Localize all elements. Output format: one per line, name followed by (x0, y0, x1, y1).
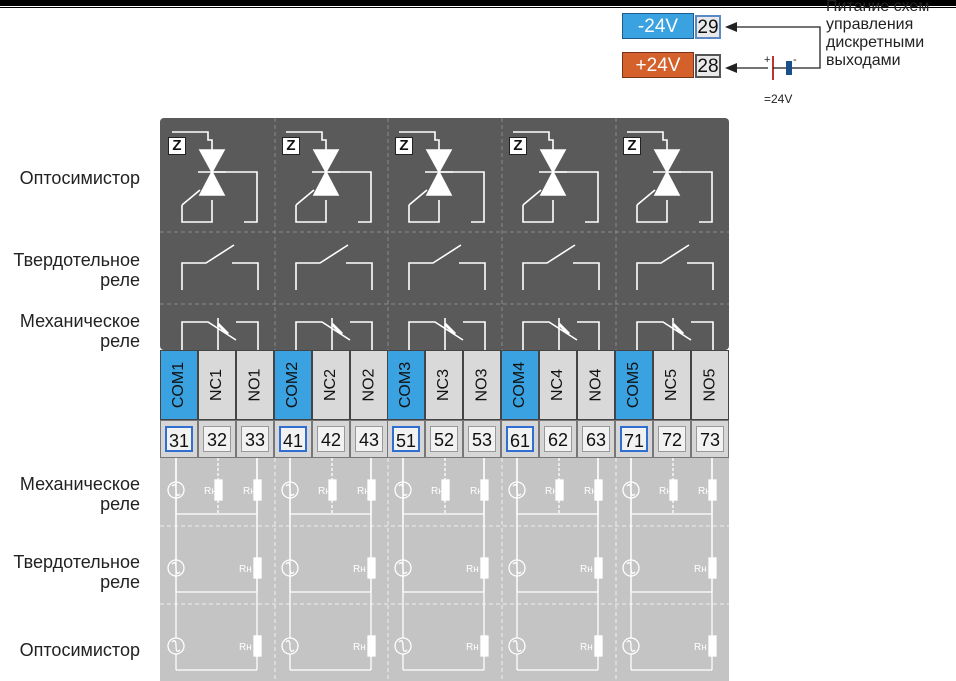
terminal-number-value: 43 (355, 426, 383, 452)
terminal-com-label: COM4 (501, 350, 539, 420)
terminal-com-label: COM3 (387, 350, 425, 420)
load-resistance-label: Rн (694, 642, 707, 653)
terminal-name: NO5 (701, 368, 718, 402)
terminal-contact-label: NO2 (350, 350, 388, 420)
terminal-name: COM4 (511, 361, 529, 409)
terminal-contact-label: NO5 (691, 350, 729, 420)
terminal-number: 42 (312, 420, 350, 458)
terminal-name: NO1 (246, 368, 263, 402)
terminal-name: NC3 (434, 368, 452, 402)
terminal-number-value: 53 (468, 426, 496, 452)
load-resistance-label: Rн (353, 564, 366, 575)
terminal-number-value: 41 (279, 426, 307, 452)
load-resistance-label: Rн (698, 486, 711, 497)
terminal-name: NO2 (360, 368, 377, 402)
load-resistance-label: Rн (584, 486, 597, 497)
terminal-number: 73 (691, 420, 729, 458)
terminal-number-value: 72 (658, 426, 686, 452)
load-resistance-label: Rн (239, 564, 252, 575)
load-resistance-label: Rн (204, 486, 217, 497)
load-resistance-label: Rн (243, 486, 256, 497)
terminal-name: NC4 (548, 368, 566, 402)
terminal-com-label: COM2 (274, 350, 312, 420)
load-resistance-label: Rн (466, 564, 479, 575)
terminal-name: COM1 (170, 361, 188, 409)
load-resistance-label: Rн (239, 642, 252, 653)
terminal-number-value: 33 (241, 426, 269, 452)
load-resistance-label: Rн (580, 564, 593, 575)
terminal-com-label: COM5 (615, 350, 653, 420)
terminal-number: 33 (236, 420, 274, 458)
load-resistance-label: Rн (353, 642, 366, 653)
terminal-name: COM2 (284, 361, 302, 409)
terminal-number: 62 (539, 420, 577, 458)
terminal-number: 63 (577, 420, 615, 458)
terminal-name: COM3 (397, 361, 415, 409)
load-resistance-label: Rн (357, 486, 370, 497)
terminal-number: 43 (350, 420, 388, 458)
terminal-number: 52 (425, 420, 463, 458)
terminal-contact-label: NC5 (653, 350, 691, 420)
zero-cross-mark: Z (282, 137, 300, 155)
load-resistance-label: Rн (466, 642, 479, 653)
terminal-contact-label: NC1 (198, 350, 236, 420)
resistor-icon (594, 635, 603, 657)
zero-cross-mark: Z (509, 137, 527, 155)
zero-cross-mark: Z (623, 137, 641, 155)
terminal-number: 61 (501, 420, 539, 458)
load-resistance-label: Rн (318, 486, 331, 497)
terminal-contact-label: NO4 (577, 350, 615, 420)
zero-cross-mark: Z (168, 137, 186, 155)
terminal-name: NO3 (473, 368, 490, 402)
terminal-number: 53 (463, 420, 501, 458)
resistor-icon (367, 635, 376, 657)
load-resistance-label: Rн (470, 486, 483, 497)
terminal-contact-label: NC4 (539, 350, 577, 420)
terminal-contact-label: NO1 (236, 350, 274, 420)
load-resistance-label: Rн (431, 486, 444, 497)
terminal-number: 71 (615, 420, 653, 458)
resistor-icon (253, 635, 262, 657)
wiring-diagram: Rн Rн Rн Rн Rн Rн Rн Rн Rн Rн Rн Rн Rн Rн Rн Rн Rн Rн Rн Rн (160, 118, 729, 681)
terminal-number-value: 73 (696, 426, 724, 452)
load-resistance-label: Rн (694, 564, 707, 575)
terminal-com-label: COM1 (160, 350, 198, 420)
load-resistance-label: Rн (545, 486, 558, 497)
terminal-number-value: 62 (544, 426, 572, 452)
resistor-icon (708, 635, 717, 657)
zero-cross-mark: Z (395, 137, 413, 155)
load-resistance-label: Rн (580, 642, 593, 653)
terminal-name: NO4 (587, 368, 604, 402)
terminal-number: 41 (274, 420, 312, 458)
terminal-number-value: 42 (317, 426, 345, 452)
terminal-name: NC5 (662, 368, 680, 402)
terminal-contact-label: NC2 (312, 350, 350, 420)
terminal-number: 31 (160, 420, 198, 458)
terminal-number-value: 71 (620, 426, 648, 452)
terminal-contact-label: NC3 (425, 350, 463, 420)
terminal-number: 51 (387, 420, 425, 458)
terminal-number-value: 61 (506, 426, 534, 452)
terminal-number-value: 63 (582, 426, 610, 452)
terminal-name: COM5 (625, 361, 643, 409)
terminal-number-value: 52 (430, 426, 458, 452)
terminal-name: NC1 (207, 368, 225, 402)
terminal-name: NC2 (321, 368, 339, 402)
resistor-icon (480, 635, 489, 657)
terminal-contact-label: NO3 (463, 350, 501, 420)
terminal-number-value: 51 (392, 426, 420, 452)
terminal-number: 72 (653, 420, 691, 458)
terminal-number: 32 (198, 420, 236, 458)
terminal-number-value: 32 (203, 426, 231, 452)
terminal-number-value: 31 (165, 426, 193, 452)
load-resistance-label: Rн (659, 486, 672, 497)
